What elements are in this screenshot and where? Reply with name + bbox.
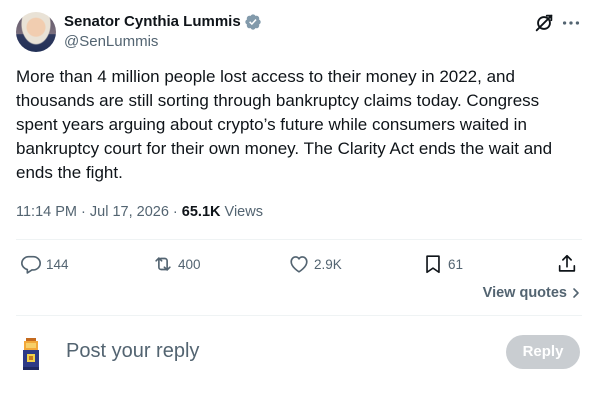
display-name-row: Senator Cynthia Lummis (64, 12, 262, 32)
reply-button[interactable]: 144 (20, 248, 69, 280)
view-quotes-label: View quotes (482, 285, 567, 301)
like-icon (290, 256, 308, 273)
bookmark-button[interactable]: 61 (422, 248, 463, 280)
reply-input[interactable]: Post your reply (66, 338, 199, 364)
bookmark-icon (426, 255, 440, 274)
tweet-time[interactable]: 11:14 PM (16, 202, 77, 222)
views-label: Views (224, 204, 263, 220)
grok-icon[interactable] (533, 12, 555, 34)
author-names: Senator Cynthia Lummis @SenLummis (64, 12, 262, 52)
author-display-name[interactable]: Senator Cynthia Lummis (64, 12, 241, 32)
verified-badge-icon[interactable] (244, 13, 262, 31)
reply-count: 144 (46, 256, 69, 272)
meta-separator: · (168, 204, 182, 220)
repost-button[interactable]: 400 (152, 248, 201, 280)
user-avatar[interactable] (16, 334, 56, 374)
bookmark-count: 61 (448, 256, 464, 272)
chevron-right-icon (573, 288, 579, 298)
author-avatar[interactable] (16, 12, 56, 52)
reply-icon (21, 255, 41, 274)
view-quotes-link[interactable]: View quotes (483, 285, 582, 301)
share-icon (558, 254, 576, 272)
reply-composer: Post your reply Reply (16, 330, 582, 374)
share-button[interactable] (556, 248, 578, 280)
repost-count: 400 (178, 256, 201, 272)
tweet-meta: 11:14 PM · Jul 17, 2026 · 65.1K Views (16, 202, 263, 222)
divider-bottom (16, 315, 582, 316)
author-handle[interactable]: @SenLummis (64, 32, 262, 52)
divider-top (16, 239, 582, 240)
tweet-header: Senator Cynthia Lummis @SenLummis (16, 12, 582, 52)
like-button[interactable]: 2.9K (288, 248, 342, 280)
tweet-text: More than 4 million people lost access t… (16, 67, 553, 182)
repost-icon (155, 257, 171, 271)
action-bar: 144 400 2.9K 61 (16, 248, 582, 280)
tweet-date[interactable]: Jul 17, 2026 (90, 202, 169, 222)
more-icon[interactable] (560, 12, 582, 34)
meta-separator: · (77, 204, 90, 220)
reply-submit-button[interactable]: Reply (506, 335, 580, 369)
views-count: 65.1K (181, 204, 221, 220)
like-count: 2.9K (314, 256, 342, 272)
